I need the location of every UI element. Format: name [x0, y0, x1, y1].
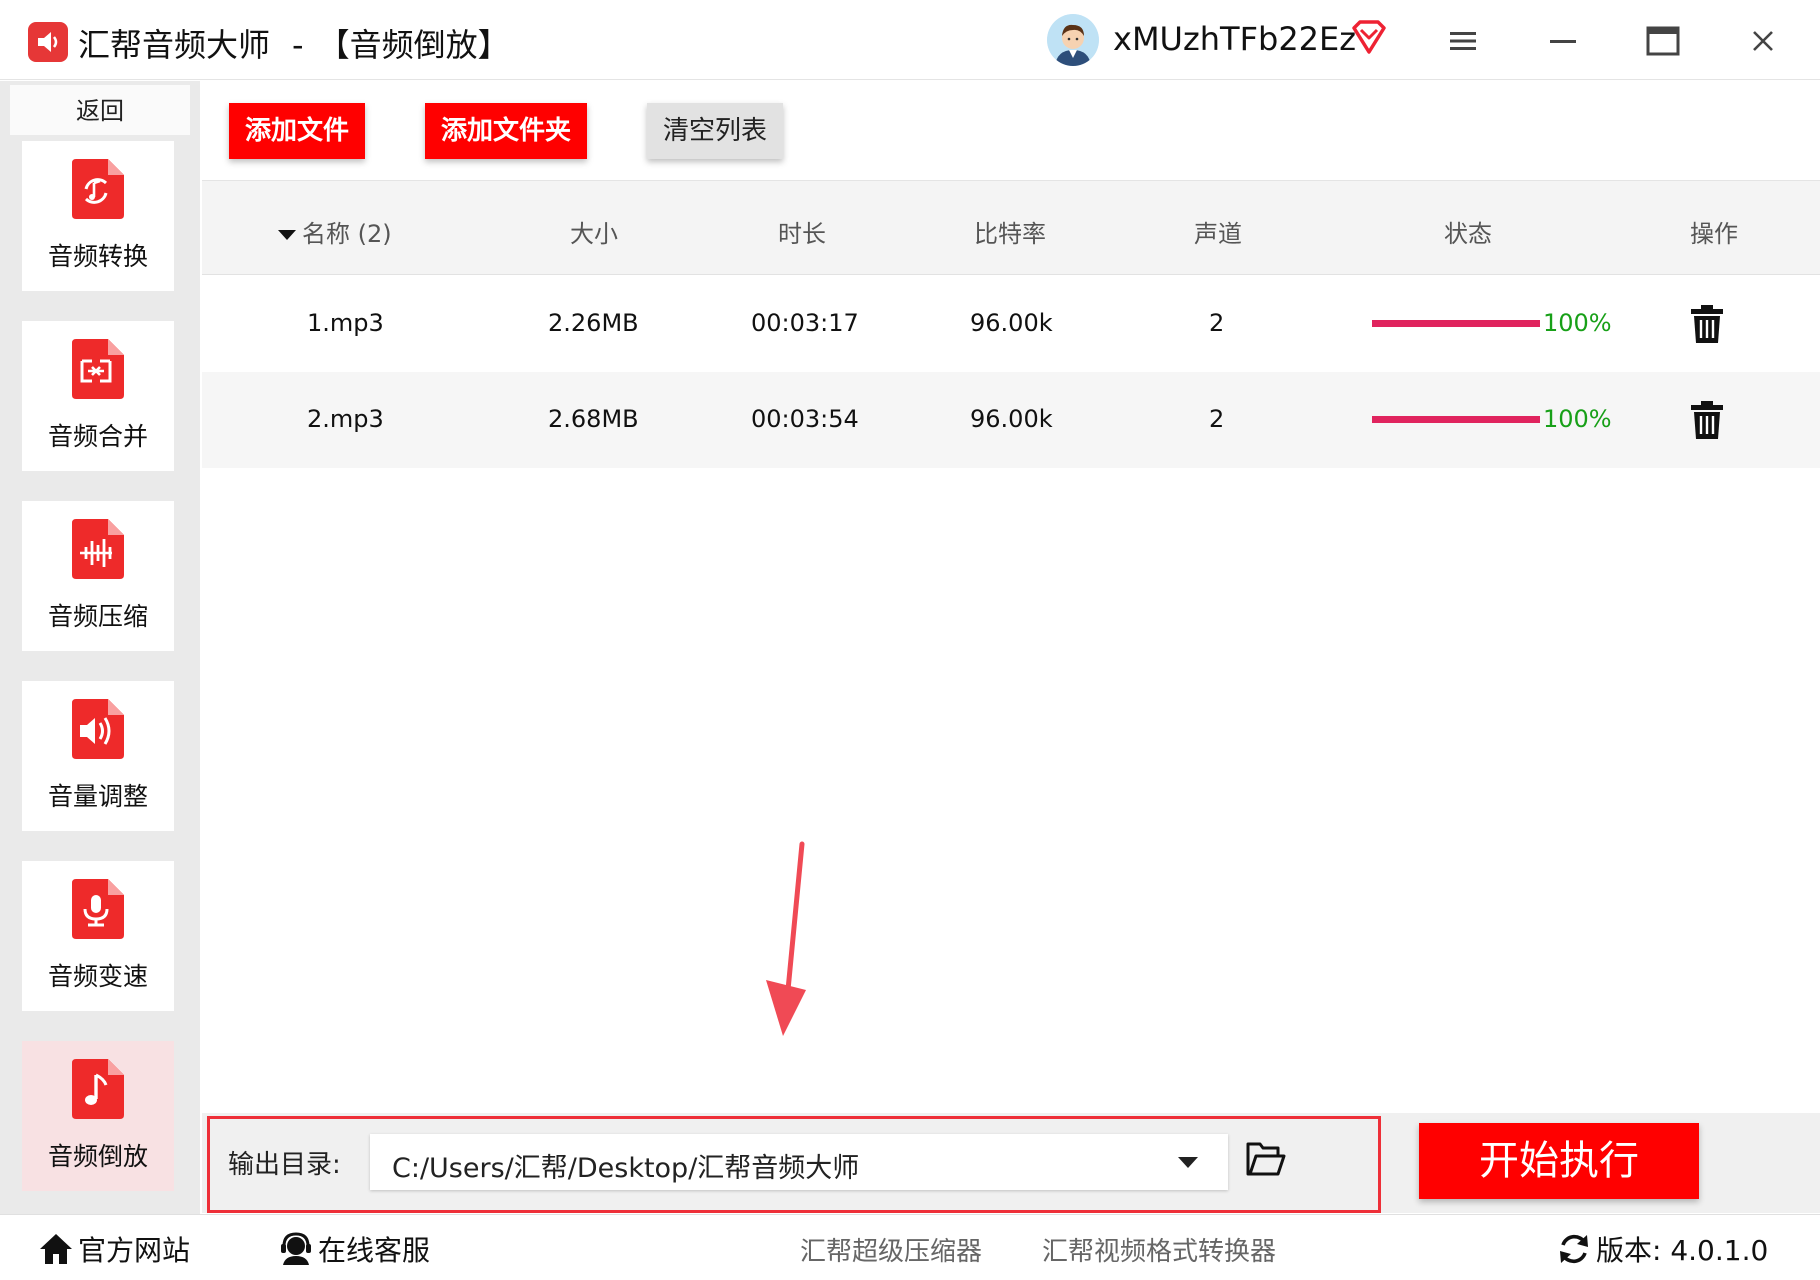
file-size: 2.68MB [548, 405, 639, 433]
title-separator: - [292, 26, 304, 64]
support-link[interactable]: 在线客服 [278, 1229, 430, 1269]
vip-diamond-icon[interactable] [1350, 20, 1388, 56]
footer: 官方网站 在线客服 汇帮超级压缩器 汇帮视频格式转换器 版本: 4.0.1.0 [0, 1214, 1820, 1280]
sidebar-item-audio-speed[interactable]: 音频变速 [22, 861, 174, 1011]
chevron-down-icon[interactable] [1178, 1157, 1198, 1168]
compressor-link[interactable]: 汇帮超级压缩器 [800, 1231, 982, 1268]
delete-icon[interactable] [1690, 305, 1724, 343]
maximize-icon[interactable] [1640, 18, 1686, 64]
output-dir-path: C:/Users/汇帮/Desktop/汇帮音频大师 [392, 1153, 860, 1184]
app-title: 汇帮音频大师 - 【音频倒放】 [78, 20, 510, 66]
file-duration: 00:03:17 [751, 309, 859, 337]
title-bar: 汇帮音频大师 - 【音频倒放】 xMUzhTFb22Ez [0, 0, 1820, 80]
volume-adjust-icon [68, 699, 124, 761]
customer-service-icon [281, 1232, 311, 1265]
module-title: 【音频倒放】 [317, 26, 510, 64]
website-link[interactable]: 官方网站 [38, 1229, 190, 1269]
sidebar-item-audio-convert[interactable]: 音频转换 [22, 141, 174, 291]
column-status-header: 状态 [1444, 220, 1492, 248]
audio-convert-icon [68, 159, 124, 221]
sort-caret-icon [278, 230, 296, 240]
output-dir-select[interactable]: C:/Users/汇帮/Desktop/汇帮音频大师 [370, 1134, 1228, 1190]
file-channels: 2 [1209, 405, 1225, 433]
column-name-header[interactable]: 名称 (2) [278, 214, 392, 249]
progress-fill [1372, 320, 1540, 327]
sidebar-item-label: 音频变速 [47, 962, 148, 991]
home-icon [40, 1234, 72, 1264]
sidebar-item-audio-compress[interactable]: 音频压缩 [22, 501, 174, 651]
file-duration: 00:03:54 [751, 405, 859, 433]
sidebar-item-audio-merge[interactable]: 音频合并 [22, 321, 174, 471]
support-label: 在线客服 [318, 1234, 431, 1267]
column-bitrate-header[interactable]: 比特率 [974, 214, 1046, 249]
version-label: 版本: 4.0.1.0 [1596, 1234, 1769, 1267]
column-name-label: 名称 (2) [302, 220, 392, 248]
menu-icon[interactable] [1440, 18, 1486, 64]
add-file-button[interactable]: 添加文件 [229, 103, 365, 159]
sidebar-item-volume-adjust[interactable]: 音量调整 [22, 681, 174, 831]
website-label: 官方网站 [78, 1234, 191, 1267]
audio-compress-icon [68, 519, 124, 581]
table-header: 名称 (2) 大小 时长 比特率 声道 状态 操作 [202, 181, 1820, 275]
sidebar-item-label: 音频倒放 [47, 1142, 148, 1171]
file-name: 1.mp3 [307, 309, 384, 337]
file-size: 2.26MB [548, 309, 639, 337]
video-converter-link[interactable]: 汇帮视频格式转换器 [1042, 1231, 1276, 1268]
close-icon[interactable] [1740, 18, 1786, 64]
file-name: 2.mp3 [307, 405, 384, 433]
file-channels: 2 [1209, 309, 1225, 337]
sidebar-item-audio-reverse[interactable]: 音频倒放 [22, 1041, 174, 1191]
audio-merge-icon [68, 339, 124, 401]
start-button[interactable]: 开始执行 [1419, 1123, 1699, 1199]
clear-list-button[interactable]: 清空列表 [647, 103, 783, 159]
progress-bar [1372, 320, 1540, 327]
audio-reverse-icon [68, 1059, 124, 1121]
sidebar-item-label: 音频转换 [47, 242, 148, 271]
sidebar-item-label: 音频合并 [47, 422, 148, 451]
sidebar-item-label: 音频压缩 [47, 602, 148, 631]
sidebar-item-label: 音量调整 [47, 782, 148, 811]
progress-percent: 100% [1543, 309, 1612, 337]
progress-percent: 100% [1543, 405, 1612, 433]
folder-open-icon[interactable] [1246, 1142, 1286, 1178]
table-row[interactable]: 2.mp3 2.68MB 00:03:54 96.00k 2 100% [202, 372, 1820, 468]
app-logo-icon [28, 22, 68, 62]
back-button[interactable]: 返回 [10, 85, 190, 135]
table-row[interactable]: 1.mp3 2.26MB 00:03:17 96.00k 2 100% [202, 276, 1820, 372]
file-table: 名称 (2) 大小 时长 比特率 声道 状态 操作 1.mp3 2.26MB 0… [202, 180, 1820, 1112]
output-dir-label: 输出目录: [228, 1150, 341, 1180]
username[interactable]: xMUzhTFb22Ez [1113, 20, 1356, 58]
avatar[interactable] [1047, 14, 1099, 66]
minimize-icon[interactable] [1540, 18, 1586, 64]
progress-fill [1372, 416, 1540, 423]
version-info[interactable]: 版本: 4.0.1.0 [1556, 1229, 1768, 1269]
column-duration-header[interactable]: 时长 [778, 214, 826, 249]
file-bitrate: 96.00k [970, 309, 1053, 337]
delete-icon[interactable] [1690, 401, 1724, 439]
column-actions-header: 操作 [1690, 220, 1738, 248]
column-size-header[interactable]: 大小 [570, 214, 618, 249]
sidebar: 返回 音频转换 音频合并 音频压缩 音量调整 音频变速 音频倒放 [0, 81, 200, 1214]
annotation-arrow-icon [760, 840, 820, 1040]
audio-speed-icon [68, 879, 124, 941]
progress-bar [1372, 416, 1540, 423]
column-channels-header[interactable]: 声道 [1194, 214, 1242, 249]
file-bitrate: 96.00k [970, 405, 1053, 433]
add-folder-button[interactable]: 添加文件夹 [425, 103, 587, 159]
app-name: 汇帮音频大师 [78, 26, 271, 64]
refresh-icon [1560, 1234, 1588, 1264]
